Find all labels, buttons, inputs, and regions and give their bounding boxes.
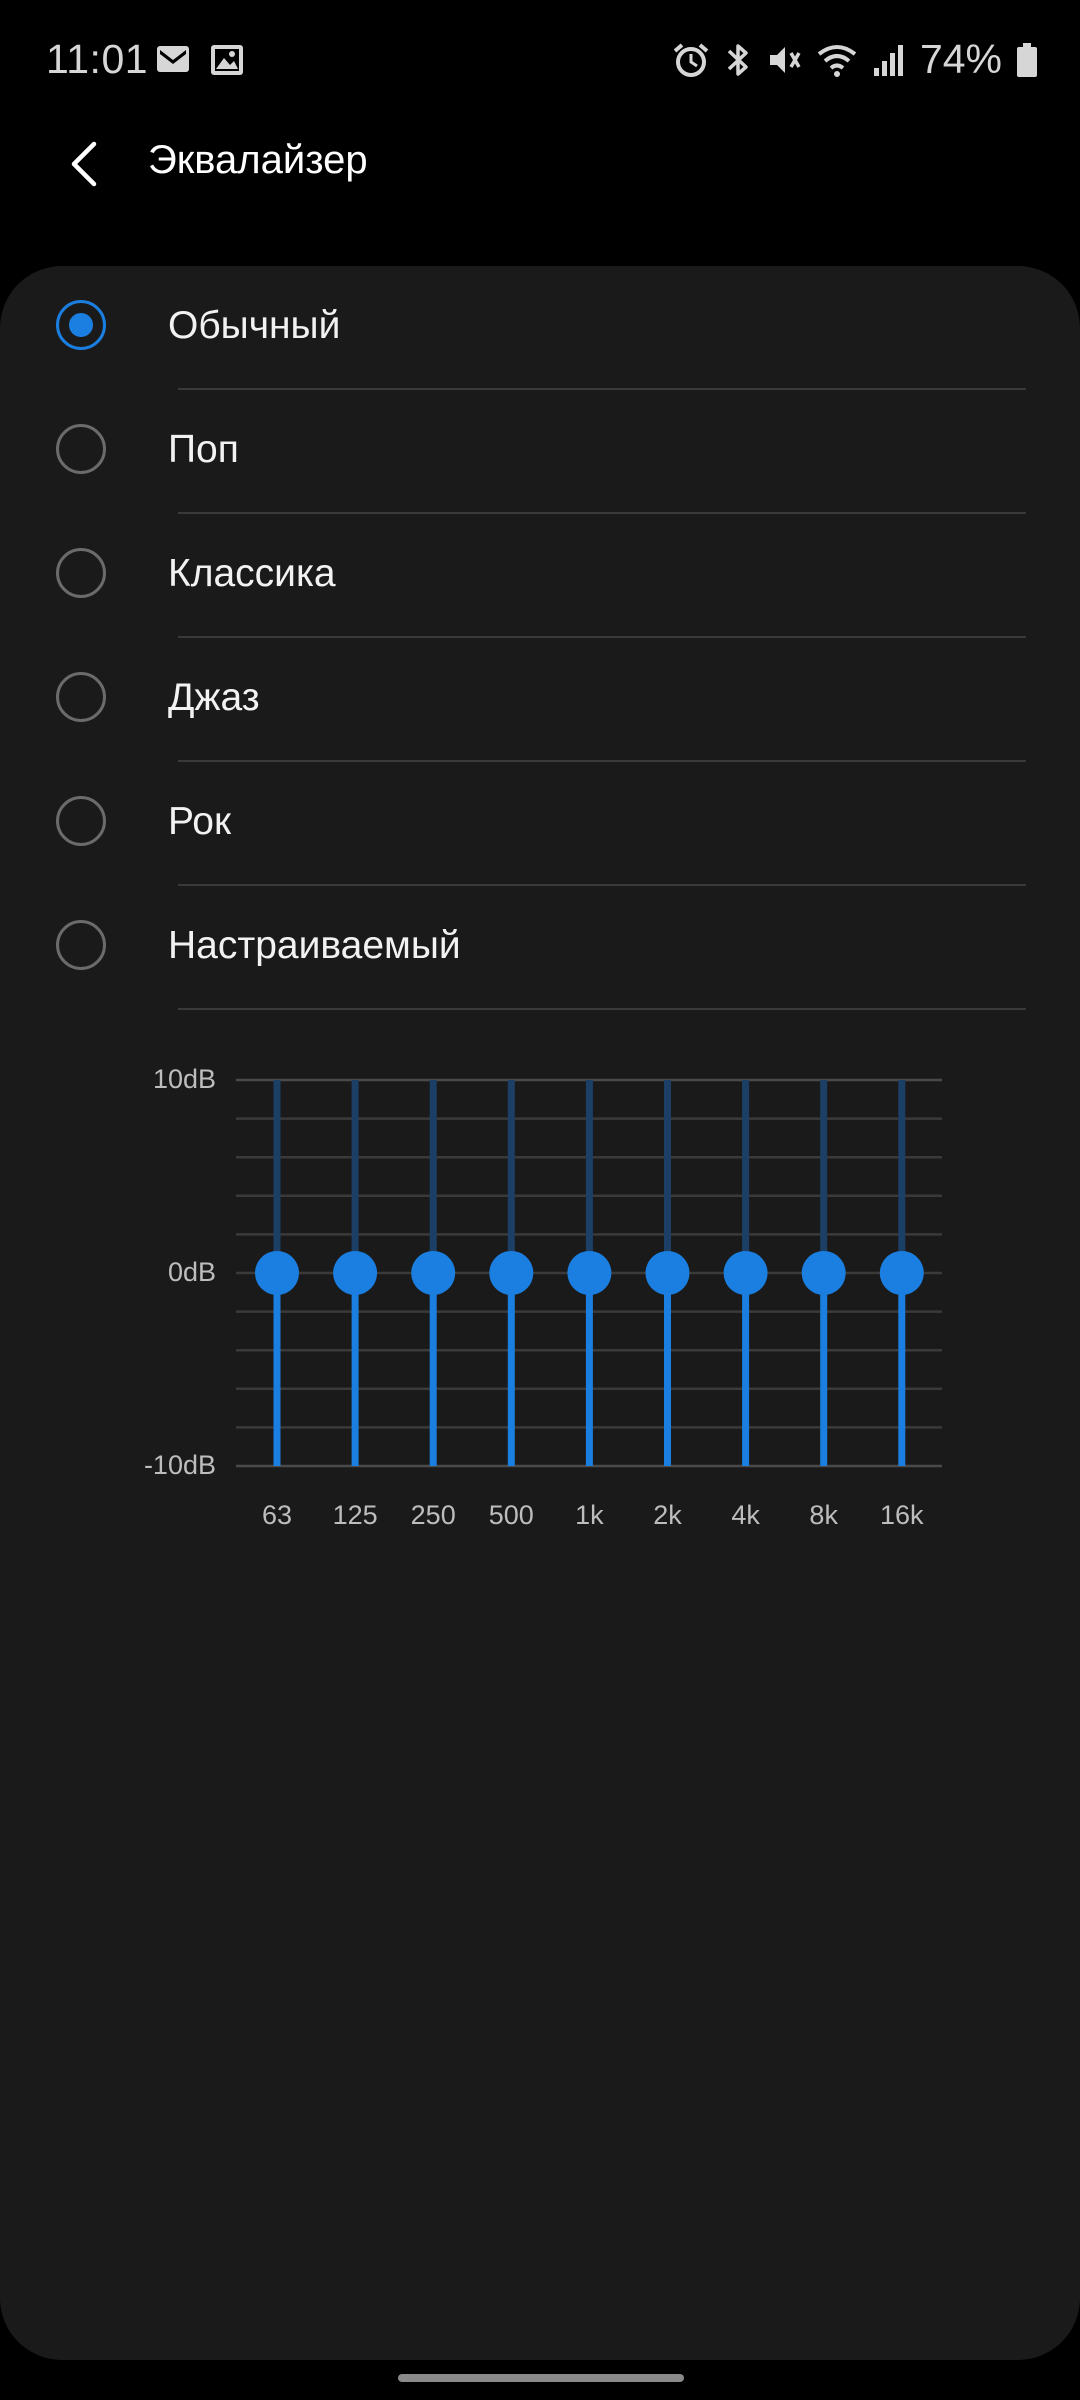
radio-button[interactable] [56,672,106,722]
signal-icon [872,42,906,78]
bluetooth-icon [724,41,752,79]
app-bar: Эквалайзер [0,124,1080,264]
db-label-min: -10dB [143,1450,216,1480]
status-bar: 11:01 74% [0,0,1080,124]
battery-icon [1016,42,1038,78]
preset-label: Обычный [168,304,341,347]
preset-pop[interactable]: Поп [0,390,1080,514]
navigation-handle[interactable] [398,2374,684,2382]
preset-label: Классика [168,552,336,595]
eq-slider-thumb-8k[interactable] [801,1251,846,1295]
eq-slider-thumb-63[interactable] [255,1251,299,1295]
radio-button[interactable] [56,796,106,846]
frequency-label: 125 [332,1500,378,1530]
preset-label: Настраиваемый [168,924,461,967]
eq-slider-thumb-125[interactable] [333,1251,378,1295]
eq-slider-thumb-4k[interactable] [723,1251,768,1295]
frequency-label: 16k [880,1500,924,1530]
eq-slider-thumb-16k[interactable] [879,1251,924,1295]
system-icons: 74% [672,36,1038,83]
alarm-icon [672,42,710,78]
radio-button[interactable] [56,424,106,474]
eq-slider-thumb-2k[interactable] [645,1251,690,1295]
gmail-icon [156,44,190,81]
notification-icons [156,44,244,81]
preset-jazz[interactable]: Джаз [0,638,1080,762]
gallery-icon [210,44,244,81]
db-label-max: 10dB [152,1064,216,1094]
preset-label: Рок [168,800,232,843]
preset-custom[interactable]: Настраиваемый [0,886,1080,1010]
battery-percent: 74% [919,36,1002,82]
back-arrow-icon [64,140,104,193]
status-time: 11:01 [46,36,149,82]
preset-list: Обычный Поп Классика Джаз Рок Настраивае… [0,266,1080,1010]
db-label-zero: 0dB [167,1257,216,1287]
page-title: Эквалайзер [148,138,368,182]
wifi-icon [816,42,858,78]
equalizer-graph: 10dB 0dB -10dB 63 125 250 500 1k 2k 4k 8k 16k [0,1010,1080,1550]
preset-label: Поп [168,428,239,471]
frequency-label: 2k [653,1500,682,1530]
preset-rock[interactable]: Рок [0,762,1080,886]
mute-icon [766,41,802,79]
radio-button[interactable] [56,548,106,598]
eq-slider-thumb-1k[interactable] [567,1251,612,1295]
frequency-label: 250 [410,1500,456,1530]
frequency-label: 63 [261,1500,293,1530]
frequency-label: 500 [488,1500,534,1530]
back-button[interactable] [46,128,122,204]
eq-slider-thumb-250[interactable] [411,1251,456,1295]
frequency-label: 4k [731,1500,760,1530]
frequency-label: 1k [575,1500,604,1530]
preset-label: Джаз [168,676,260,719]
frequency-label: 8k [809,1500,838,1530]
preset-normal[interactable]: Обычный [0,266,1080,390]
preset-classic[interactable]: Классика [0,514,1080,638]
radio-button[interactable] [56,300,106,350]
eq-slider-thumb-500[interactable] [489,1251,534,1295]
radio-button[interactable] [56,920,106,970]
